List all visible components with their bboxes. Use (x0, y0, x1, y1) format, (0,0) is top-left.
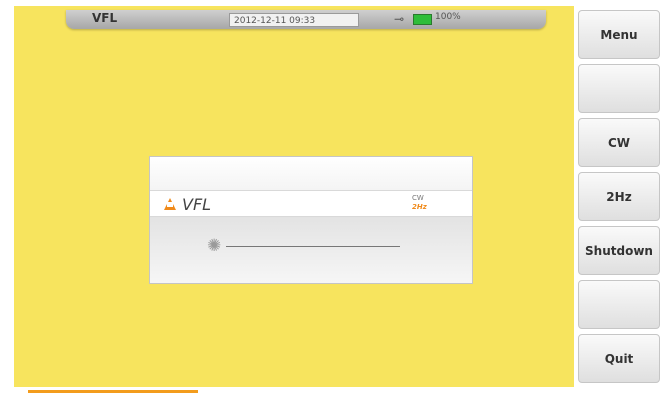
vfl-status-panel: VFL CW 2Hz ✺ (149, 156, 473, 284)
vfl-label: VFL (182, 195, 212, 214)
datetime-display: 2012-12-11 09:33 (229, 13, 359, 27)
2hz-button[interactable]: 2Hz (578, 172, 660, 221)
laser-warning-icon (164, 198, 176, 210)
vfl-row: VFL CW 2Hz (150, 190, 472, 217)
light-burst-icon: ✺ (207, 236, 222, 256)
power-plug-icon: ⊸ (394, 12, 405, 26)
blank-button-2[interactable] (578, 280, 660, 329)
fiber-line (226, 246, 400, 247)
cw-button[interactable]: CW (578, 118, 660, 167)
shutdown-button[interactable]: Shutdown (578, 226, 660, 275)
menu-button[interactable]: Menu (578, 10, 660, 59)
blank-button-1[interactable] (578, 64, 660, 113)
page-title: VFL (92, 11, 118, 25)
softkey-sidebar: Menu CW 2Hz Shutdown Quit (576, 0, 662, 393)
battery-icon (413, 14, 432, 25)
quit-button[interactable]: Quit (578, 334, 660, 383)
panel-header (150, 157, 472, 190)
laser-indicator: ✺ (150, 217, 472, 283)
battery-percent: 100% (435, 12, 461, 22)
main-screen: VFL 2012-12-11 09:33 ⊸ 100% VFL CW 2Hz ✺ (14, 6, 574, 393)
mode-cw-label: CW (412, 194, 424, 202)
status-bar: VFL 2012-12-11 09:33 ⊸ 100% (66, 10, 546, 29)
mode-2hz-label: 2Hz (412, 203, 427, 211)
